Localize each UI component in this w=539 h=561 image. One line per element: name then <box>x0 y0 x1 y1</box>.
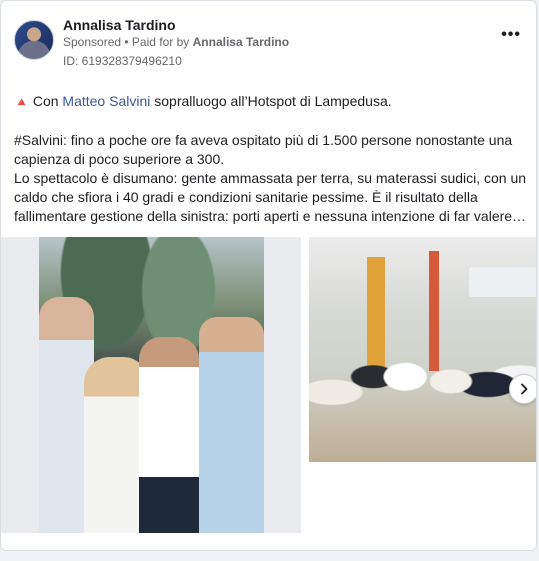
more-options-button[interactable]: ••• <box>501 26 521 44</box>
paid-for-prefix: Paid for by <box>131 35 193 49</box>
carousel-image-2[interactable] <box>309 237 536 462</box>
line1-prefix: Con <box>28 93 63 109</box>
post-text: 🔺 Con Matteo Salvini sopralluogo all’Hot… <box>14 92 529 226</box>
post-paragraph-2: #Salvini: fino a poche ore fa aveva ospi… <box>14 132 513 167</box>
post-header: Annalisa Tardino Sponsored • Paid for by… <box>14 17 523 70</box>
meta-separator: • <box>121 35 132 49</box>
media-carousel <box>1 237 536 537</box>
carousel-next-button[interactable] <box>509 374 536 404</box>
photo-figure <box>139 337 199 533</box>
sponsored-meta: Sponsored • Paid for by Annalisa Tardino <box>63 35 289 49</box>
red-triangle-icon: 🔺 <box>14 95 29 109</box>
author-name[interactable]: Annalisa Tardino <box>63 17 176 33</box>
post-paragraph-3: Lo spettacolo è disumano: gente ammassat… <box>14 170 527 224</box>
paid-for-name: Annalisa Tardino <box>192 35 290 49</box>
mention-link[interactable]: Matteo Salvini <box>62 93 150 109</box>
photo-detail <box>309 307 536 462</box>
line1-suffix: sopralluogo all’Hotspot di Lampedusa. <box>150 93 392 109</box>
photo-figure <box>199 317 264 533</box>
photo-detail <box>469 267 536 297</box>
ad-id: ID: 619328379496210 <box>63 54 182 68</box>
carousel-image-1[interactable] <box>1 237 301 533</box>
sponsored-label: Sponsored <box>63 35 122 49</box>
post-line-1: 🔺 Con Matteo Salvini sopralluogo all’Hot… <box>14 92 529 112</box>
avatar[interactable] <box>14 20 54 60</box>
chevron-right-icon <box>521 383 528 395</box>
photo <box>39 237 264 533</box>
ad-post-card: Annalisa Tardino Sponsored • Paid for by… <box>0 0 537 551</box>
